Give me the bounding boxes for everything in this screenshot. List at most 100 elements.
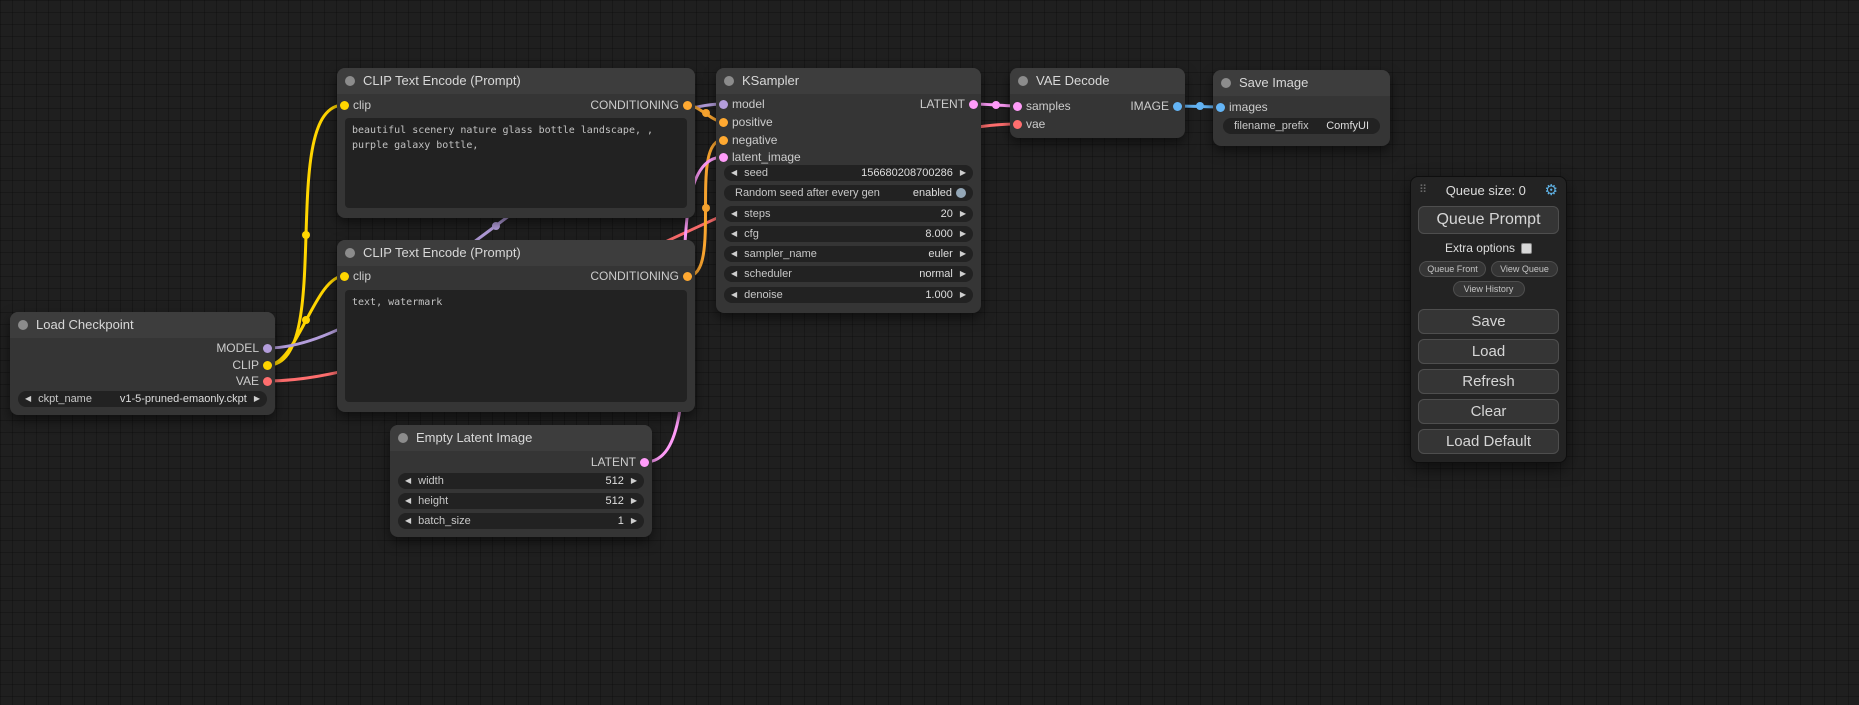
increment-arrow-icon[interactable]: ▶: [960, 226, 966, 242]
output-slot-clip[interactable]: CLIP: [232, 357, 259, 373]
collapse-dot-icon[interactable]: [345, 248, 355, 258]
output-slot-latent[interactable]: LATENT: [591, 454, 636, 470]
slot-dot-vae[interactable]: [1013, 120, 1022, 129]
widget-ckpt-name[interactable]: ◀ ckpt_name v1-5-pruned-emaonly.ckpt ▶: [18, 391, 267, 407]
collapse-dot-icon[interactable]: [1018, 76, 1028, 86]
settings-gear-icon[interactable]: ⚙: [1545, 183, 1558, 198]
increment-arrow-icon[interactable]: ▶: [631, 513, 637, 529]
input-slot-latent-image[interactable]: latent_image: [732, 149, 801, 165]
increment-arrow-icon[interactable]: ▶: [631, 473, 637, 489]
input-slot-clip[interactable]: clip: [353, 268, 371, 284]
decrement-arrow-icon[interactable]: ◀: [731, 165, 737, 181]
input-slot-model[interactable]: model: [732, 96, 765, 112]
slot-dot-latent[interactable]: [969, 100, 978, 109]
collapse-dot-icon[interactable]: [18, 320, 28, 330]
widget-cfg[interactable]: ◀ cfg 8.000 ▶: [724, 226, 973, 242]
slot-dot-image[interactable]: [1216, 103, 1225, 112]
node-title-bar[interactable]: KSampler: [716, 68, 981, 94]
node-empty-latent-image[interactable]: Empty Latent Image LATENT ◀ width 512 ▶ …: [390, 425, 652, 537]
decrement-arrow-icon[interactable]: ◀: [731, 287, 737, 303]
view-queue-button[interactable]: View Queue: [1491, 261, 1558, 277]
output-slot-conditioning[interactable]: CONDITIONING: [590, 268, 679, 284]
graph-canvas[interactable]: { "icons": { "left_arrow": "◀", "right_a…: [0, 0, 1859, 705]
collapse-dot-icon[interactable]: [724, 76, 734, 86]
increment-arrow-icon[interactable]: ▶: [254, 391, 260, 407]
slot-dot-vae[interactable]: [263, 377, 272, 386]
node-save-image[interactable]: Save Image images filename_prefix ComfyU…: [1213, 70, 1390, 146]
output-slot-vae[interactable]: VAE: [236, 373, 259, 389]
widget-batch-size[interactable]: ◀ batch_size 1 ▶: [398, 513, 644, 529]
decrement-arrow-icon[interactable]: ◀: [731, 246, 737, 262]
output-slot-model[interactable]: MODEL: [216, 340, 259, 356]
slot-dot-clip[interactable]: [340, 272, 349, 281]
prompt-textarea[interactable]: beautiful scenery nature glass bottle la…: [345, 118, 687, 208]
slot-dot-conditioning[interactable]: [719, 118, 728, 127]
prompt-textarea[interactable]: text, watermark: [345, 290, 687, 402]
clear-button[interactable]: Clear: [1418, 399, 1559, 424]
load-button[interactable]: Load: [1418, 339, 1559, 364]
slot-dot-image[interactable]: [1173, 102, 1182, 111]
increment-arrow-icon[interactable]: ▶: [960, 287, 966, 303]
load-default-button[interactable]: Load Default: [1418, 429, 1559, 454]
output-slot-conditioning[interactable]: CONDITIONING: [590, 97, 679, 113]
queue-prompt-button[interactable]: Queue Prompt: [1418, 206, 1559, 234]
widget-height[interactable]: ◀ height 512 ▶: [398, 493, 644, 509]
increment-arrow-icon[interactable]: ▶: [960, 206, 966, 222]
node-title-bar[interactable]: CLIP Text Encode (Prompt): [337, 240, 695, 266]
slot-dot-model[interactable]: [263, 344, 272, 353]
slot-dot-latent[interactable]: [640, 458, 649, 467]
refresh-button[interactable]: Refresh: [1418, 369, 1559, 394]
node-vae-decode[interactable]: VAE Decode samples vae IMAGE: [1010, 68, 1185, 138]
widget-random-seed-toggle[interactable]: Random seed after every gen enabled: [724, 185, 973, 201]
node-title-bar[interactable]: VAE Decode: [1010, 68, 1185, 94]
node-clip-text-encode-negative[interactable]: CLIP Text Encode (Prompt) clip CONDITION…: [337, 240, 695, 412]
input-slot-samples[interactable]: samples: [1026, 98, 1071, 114]
input-slot-images[interactable]: images: [1229, 99, 1268, 115]
slot-dot-clip[interactable]: [263, 361, 272, 370]
decrement-arrow-icon[interactable]: ◀: [405, 473, 411, 489]
node-title-bar[interactable]: Load Checkpoint: [10, 312, 275, 338]
decrement-arrow-icon[interactable]: ◀: [405, 513, 411, 529]
input-slot-clip[interactable]: clip: [353, 97, 371, 113]
widget-width[interactable]: ◀ width 512 ▶: [398, 473, 644, 489]
input-slot-positive[interactable]: positive: [732, 114, 773, 130]
increment-arrow-icon[interactable]: ▶: [960, 165, 966, 181]
slot-dot-conditioning[interactable]: [719, 136, 728, 145]
node-title-bar[interactable]: Empty Latent Image: [390, 425, 652, 451]
widget-steps[interactable]: ◀ steps 20 ▶: [724, 206, 973, 222]
decrement-arrow-icon[interactable]: ◀: [731, 226, 737, 242]
slot-dot-conditioning[interactable]: [683, 272, 692, 281]
increment-arrow-icon[interactable]: ▶: [631, 493, 637, 509]
widget-denoise[interactable]: ◀ denoise 1.000 ▶: [724, 287, 973, 303]
drag-handle-icon[interactable]: ⠿: [1419, 185, 1427, 196]
node-load-checkpoint[interactable]: Load Checkpoint MODEL CLIP VAE ◀ ckpt_na…: [10, 312, 275, 415]
decrement-arrow-icon[interactable]: ◀: [731, 266, 737, 282]
slot-dot-conditioning[interactable]: [683, 101, 692, 110]
queue-front-button[interactable]: Queue Front: [1419, 261, 1486, 277]
node-title-bar[interactable]: Save Image: [1213, 70, 1390, 96]
view-history-button[interactable]: View History: [1453, 281, 1525, 297]
slot-dot-model[interactable]: [719, 100, 728, 109]
toggle-indicator-icon[interactable]: [956, 188, 966, 198]
increment-arrow-icon[interactable]: ▶: [960, 246, 966, 262]
node-clip-text-encode-positive[interactable]: CLIP Text Encode (Prompt) clip CONDITION…: [337, 68, 695, 218]
slot-dot-latent[interactable]: [1013, 102, 1022, 111]
node-ksampler[interactable]: KSampler model positive negative latent_…: [716, 68, 981, 313]
decrement-arrow-icon[interactable]: ◀: [731, 206, 737, 222]
node-title-bar[interactable]: CLIP Text Encode (Prompt): [337, 68, 695, 94]
widget-sampler-name[interactable]: ◀ sampler_name euler ▶: [724, 246, 973, 262]
input-slot-negative[interactable]: negative: [732, 132, 777, 148]
decrement-arrow-icon[interactable]: ◀: [25, 391, 31, 407]
slot-dot-clip[interactable]: [340, 101, 349, 110]
output-slot-image[interactable]: IMAGE: [1130, 98, 1169, 114]
slot-dot-latent[interactable]: [719, 153, 728, 162]
widget-scheduler[interactable]: ◀ scheduler normal ▶: [724, 266, 973, 282]
collapse-dot-icon[interactable]: [398, 433, 408, 443]
widget-seed[interactable]: ◀ seed 156680208700286 ▶: [724, 165, 973, 181]
save-button[interactable]: Save: [1418, 309, 1559, 334]
extra-options-checkbox[interactable]: [1521, 243, 1532, 254]
collapse-dot-icon[interactable]: [1221, 78, 1231, 88]
increment-arrow-icon[interactable]: ▶: [960, 266, 966, 282]
output-slot-latent[interactable]: LATENT: [920, 96, 965, 112]
collapse-dot-icon[interactable]: [345, 76, 355, 86]
